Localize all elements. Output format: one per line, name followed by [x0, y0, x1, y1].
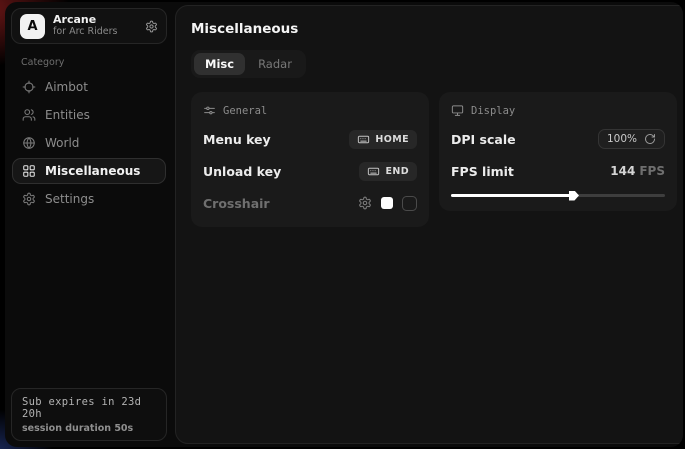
fps-slider[interactable]: [451, 194, 665, 197]
sidebar-item-label: Settings: [45, 192, 94, 206]
profile-meta: Arcane for Arc Riders: [53, 14, 137, 38]
dpi-scale-control[interactable]: 100%: [598, 129, 665, 149]
fps-slider-fill: [451, 194, 573, 197]
general-card-header: General: [203, 104, 417, 117]
menu-key-row: Menu key HOME: [203, 129, 417, 149]
sidebar: A Arcane for Arc Riders Category Aimbot: [5, 2, 173, 447]
sidebar-item-label: Miscellaneous: [45, 164, 140, 178]
unload-key-row: Unload key END: [203, 161, 417, 181]
fps-number: 144: [610, 164, 635, 178]
dpi-scale-row: DPI scale 100%: [451, 129, 665, 149]
sliders-icon: [203, 104, 216, 117]
app-background: { "colors": { "background": "#0b0b0b", "…: [0, 0, 685, 449]
category-label: Category: [21, 57, 157, 68]
profile-subtitle: for Arc Riders: [53, 27, 137, 38]
general-card-title: General: [223, 105, 267, 117]
profile-card: A Arcane for Arc Riders: [11, 8, 167, 44]
fps-unit: FPS: [639, 164, 665, 178]
profile-name: Arcane: [53, 14, 137, 27]
menu-key-label: Menu key: [203, 132, 271, 147]
globe-icon: [22, 136, 36, 150]
sidebar-item-miscellaneous[interactable]: Miscellaneous: [12, 158, 166, 184]
app-window: A Arcane for Arc Riders Category Aimbot: [5, 2, 683, 447]
sidebar-item-label: Entities: [45, 108, 90, 122]
profile-settings-icon[interactable]: [145, 20, 158, 33]
unload-key-button[interactable]: END: [359, 162, 417, 181]
fps-limit-value: 144 FPS: [610, 164, 665, 178]
crosshair-label: Crosshair: [203, 196, 270, 211]
general-card: General Menu key HOME Unload key: [191, 92, 429, 227]
display-card-header: Display: [451, 104, 665, 117]
monitor-icon: [451, 104, 464, 117]
sidebar-nav: Aimbot Entities World Miscellaneous: [11, 73, 167, 213]
crosshair-checkbox[interactable]: [402, 196, 417, 211]
grid-icon: [22, 164, 36, 178]
dpi-scale-value: 100%: [607, 133, 637, 145]
sidebar-item-label: Aimbot: [45, 80, 88, 94]
fps-limit-label: FPS limit: [451, 164, 514, 179]
unload-key-label: Unload key: [203, 164, 281, 179]
sidebar-item-world[interactable]: World: [12, 130, 166, 156]
menu-key-value: HOME: [375, 134, 409, 145]
session-duration: session duration 50s: [22, 423, 156, 434]
tab-misc[interactable]: Misc: [194, 53, 245, 75]
crosshair-settings-icon[interactable]: [358, 196, 372, 210]
sidebar-item-settings[interactable]: Settings: [12, 186, 166, 212]
crosshair-controls: [358, 196, 417, 211]
sidebar-item-entities[interactable]: Entities: [12, 102, 166, 128]
fps-limit-row: FPS limit 144 FPS: [451, 161, 665, 181]
users-icon: [22, 108, 36, 122]
display-card: Display DPI scale 100% FPS limit 144 FPS: [439, 92, 677, 211]
display-card-title: Display: [471, 105, 515, 117]
tab-radar[interactable]: Radar: [247, 53, 303, 75]
dpi-scale-label: DPI scale: [451, 132, 516, 147]
keyboard-icon: [357, 133, 370, 146]
sidebar-item-label: World: [45, 136, 79, 150]
subscription-box: Sub expires in 23d 20h session duration …: [11, 388, 167, 441]
unload-key-value: END: [385, 166, 409, 177]
crosshair-icon: [22, 80, 36, 94]
menu-key-button[interactable]: HOME: [349, 130, 417, 149]
sidebar-item-aimbot[interactable]: Aimbot: [12, 74, 166, 100]
tab-bar: Misc Radar: [191, 50, 306, 78]
subscription-expires: Sub expires in 23d 20h: [22, 396, 156, 420]
gear-icon: [22, 192, 36, 206]
cards-row: General Menu key HOME Unload key: [191, 92, 677, 227]
crosshair-row: Crosshair: [203, 193, 417, 213]
fps-slider-thumb[interactable]: [569, 191, 579, 201]
crosshair-color-swatch[interactable]: [381, 197, 393, 209]
keyboard-icon: [367, 165, 380, 178]
refresh-icon[interactable]: [644, 133, 656, 145]
main-panel: Miscellaneous Misc Radar General Menu ke…: [175, 5, 683, 444]
page-title: Miscellaneous: [191, 21, 677, 37]
avatar: A: [20, 14, 45, 39]
